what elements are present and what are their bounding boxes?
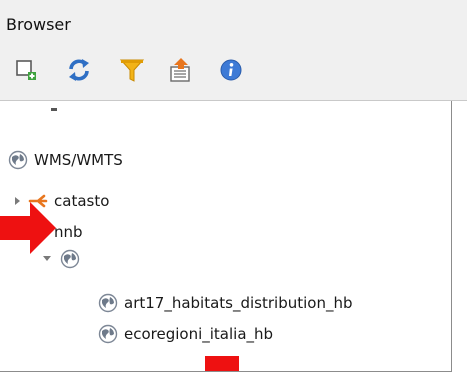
globe-icon	[98, 293, 118, 313]
add-layer-icon	[16, 60, 36, 80]
add-selected-layers-button[interactable]	[12, 56, 40, 84]
tree-item-label: art17_habitats_distribution_hb	[124, 294, 353, 312]
tree-item-label: WMS/WMTS	[34, 151, 123, 169]
refresh-icon	[69, 59, 89, 81]
browser-panel: Browser WMS/WMTS catasto nnb art17_habit…	[0, 0, 467, 372]
collapse-all-button[interactable]	[167, 56, 195, 84]
globe-icon	[60, 249, 80, 269]
annotation-arrow-icon	[0, 202, 56, 254]
info-icon	[220, 59, 242, 81]
tree-item-label: ecoregioni_italia_hb	[124, 325, 274, 343]
browser-tree: WMS/WMTS catasto nnb art17_habitats_dist…	[0, 100, 467, 372]
panel-title: Browser	[6, 15, 71, 34]
filter-button[interactable]	[118, 56, 146, 84]
browser-toolbar	[0, 56, 467, 92]
globe-icon	[98, 324, 118, 344]
tree-item-art17-habitats[interactable]: art17_habitats_distribution_hb	[98, 291, 353, 315]
tree-item-wms-wmts[interactable]: WMS/WMTS	[8, 148, 123, 172]
properties-button[interactable]	[217, 56, 245, 84]
scroll-indicator	[51, 108, 57, 111]
filter-icon	[119, 59, 145, 82]
collapse-icon	[170, 58, 190, 82]
refresh-button[interactable]	[65, 56, 93, 84]
chevron-down-icon[interactable]	[42, 255, 52, 263]
annotation-marker	[205, 356, 239, 371]
globe-icon	[8, 150, 28, 170]
tree-item-ecoregioni-italia[interactable]: ecoregioni_italia_hb	[98, 322, 273, 346]
tree-item-label: catasto	[54, 192, 110, 210]
